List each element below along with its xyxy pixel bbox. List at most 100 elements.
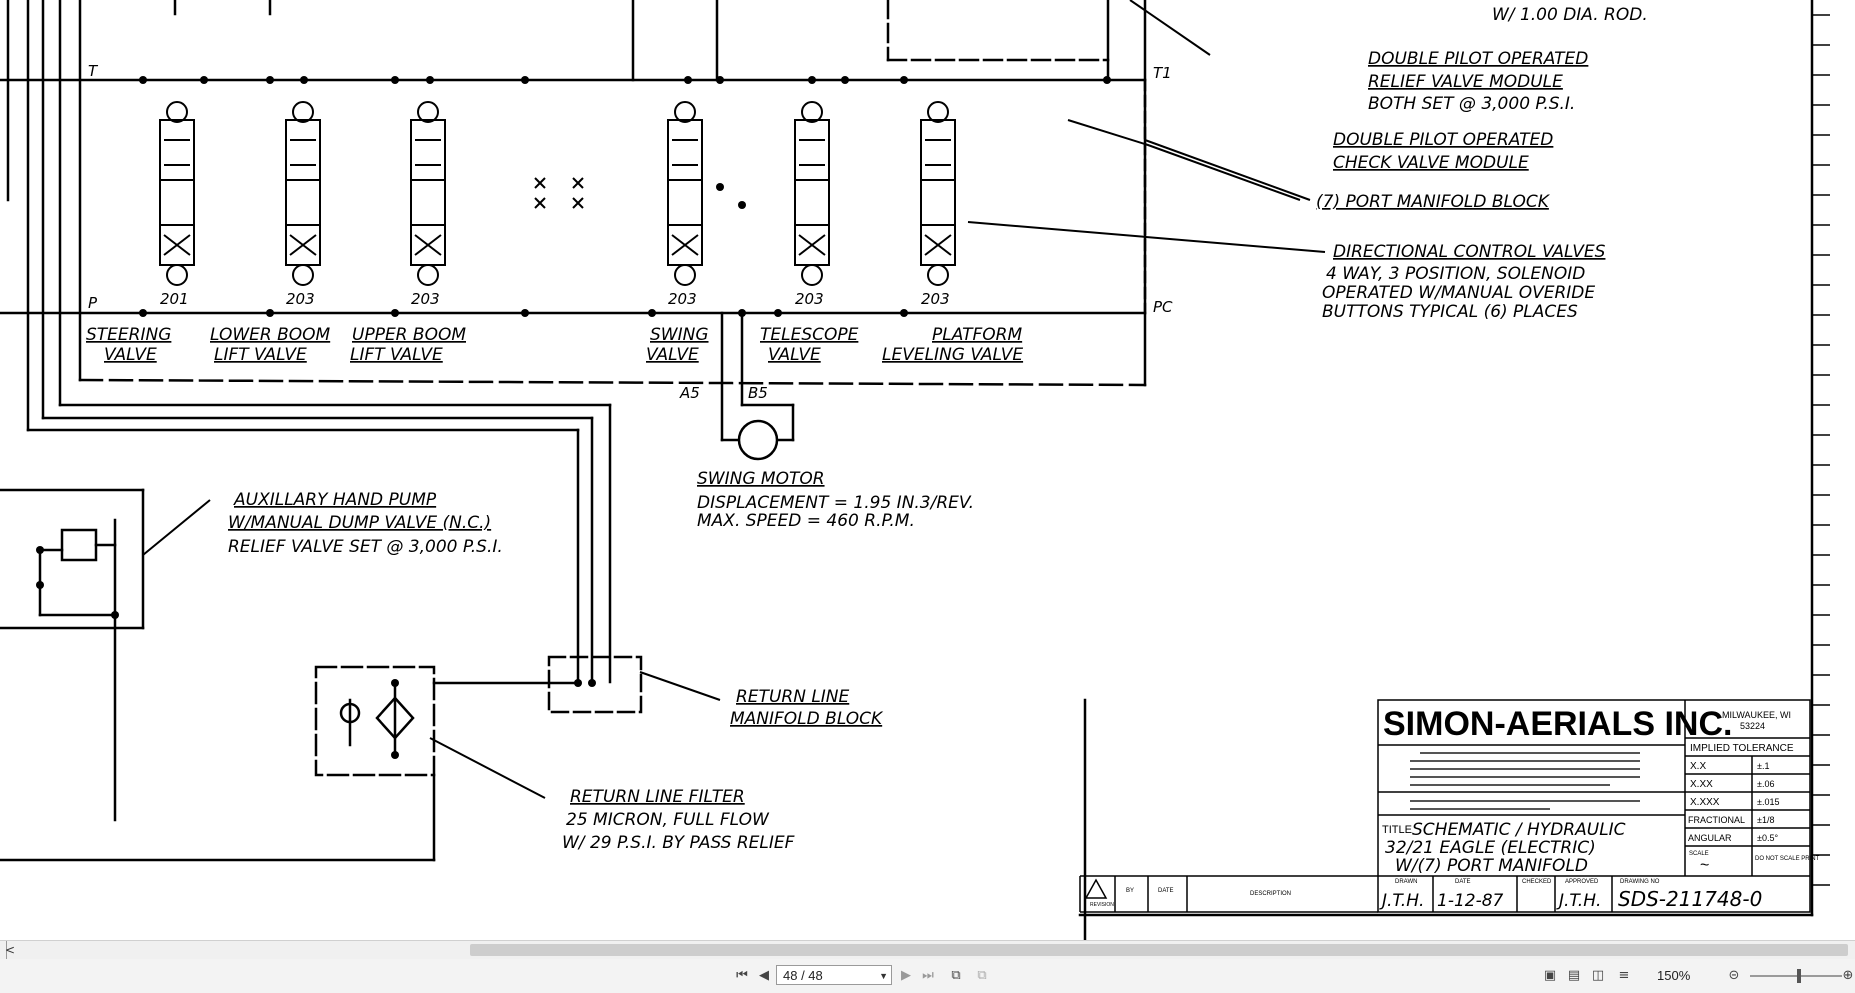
- horizontal-scrollbar[interactable]: <: [0, 940, 1855, 960]
- callout-line: MAX. SPEED = 460 R.P.M.: [697, 511, 915, 531]
- tolerance-value: ±0.5°: [1757, 833, 1778, 843]
- valve-name: LIFT VALVE: [214, 345, 307, 365]
- callout-line: DOUBLE PILOT OPERATED: [1333, 130, 1553, 150]
- tolerance-label: X.X: [1690, 761, 1706, 772]
- tolerance-value: ±.06: [1757, 779, 1774, 789]
- description-label: DESCRIPTION: [1250, 891, 1291, 897]
- callout-line: RETURN LINE FILTER: [570, 787, 745, 807]
- scroll-left-button[interactable]: <: [2, 941, 18, 959]
- zoom-level[interactable]: 150%: [1657, 966, 1690, 986]
- rod-note: W/ 1.00 DIA. ROD.: [1492, 5, 1648, 25]
- drawing-title: W/(7) PORT MANIFOLD: [1395, 856, 1588, 876]
- callout-line: DISPLACEMENT = 1.95 IN.3/REV.: [697, 493, 974, 513]
- continuous-view-icon[interactable]: ▤: [1564, 966, 1584, 986]
- company-logo-text: SIMON-AERIALS INC.: [1383, 705, 1732, 743]
- drawing-number: SDS-211748-0: [1618, 887, 1762, 911]
- valve-number: 201: [160, 290, 189, 308]
- next-view-icon[interactable]: ⧉: [972, 966, 992, 986]
- port-pc-label: PC: [1153, 298, 1173, 316]
- drawing-date: 1-12-87: [1437, 891, 1504, 911]
- tolerance-header: IMPLIED TOLERANCE: [1690, 743, 1794, 754]
- revision-label: REVISION: [1090, 902, 1114, 908]
- last-page-icon[interactable]: ⏭: [918, 966, 938, 986]
- two-page-view-icon[interactable]: ◫: [1588, 966, 1608, 986]
- valve-number: 203: [286, 290, 315, 308]
- tolerance-label: FRACTIONAL: [1688, 815, 1745, 825]
- valve-name: STEERING: [86, 325, 171, 345]
- zoom-in-icon[interactable]: ⊕: [1838, 966, 1855, 986]
- next-page-icon[interactable]: ▶: [896, 966, 916, 986]
- callout-line: 4 WAY, 3 POSITION, SOLENOID: [1326, 264, 1585, 284]
- port-b5-label: B5: [748, 384, 768, 402]
- tolerance-label: X.XX: [1690, 779, 1713, 790]
- previous-page-icon[interactable]: ◀: [754, 966, 774, 986]
- first-page-icon[interactable]: ⏮: [732, 966, 752, 986]
- valve-name: TELESCOPE: [760, 325, 859, 345]
- callout-line: DOUBLE PILOT OPERATED: [1368, 49, 1588, 69]
- callout-line: BUTTONS TYPICAL (6) PLACES: [1322, 302, 1578, 322]
- port-a5-label: A5: [679, 384, 700, 402]
- callout-line: OPERATED W/MANUAL OVERIDE: [1322, 283, 1595, 303]
- callout-line: DIRECTIONAL CONTROL VALVES: [1333, 242, 1606, 262]
- valve-number: 203: [411, 290, 440, 308]
- valve-name: VALVE: [104, 345, 157, 365]
- callout-line: CHECK VALVE MODULE: [1333, 153, 1529, 173]
- valve-name: LEVELING VALVE: [882, 345, 1023, 365]
- scrollbar-thumb[interactable]: [470, 944, 1848, 956]
- page-indicator: 48 / 48: [783, 968, 823, 983]
- approved-label: APPROVED: [1565, 879, 1599, 885]
- callout-line: 25 MICRON, FULL FLOW: [566, 810, 770, 830]
- valve-name: SWING: [650, 325, 709, 345]
- date-label: DATE: [1455, 879, 1471, 885]
- hydraulic-schematic-drawing: T P T1 PC A5 B5 201 203 203 203 203 203 …: [0, 0, 1830, 940]
- no-scale-note: DO NOT SCALE PRINT: [1755, 856, 1820, 862]
- valve-number: 203: [921, 290, 950, 308]
- callout-line: MANIFOLD BLOCK: [730, 709, 884, 729]
- callout-line: W/MANUAL DUMP VALVE (N.C.): [228, 513, 491, 533]
- valve-number: 203: [795, 290, 824, 308]
- zoom-slider[interactable]: [1750, 975, 1842, 977]
- by-label: BY: [1126, 888, 1134, 894]
- title-block: SIMON-AERIALS INC. MILWAUKEE, WI 53224 I…: [1079, 699, 1820, 913]
- single-page-view-icon[interactable]: ▣: [1540, 966, 1560, 986]
- company-city: MILWAUKEE, WI: [1722, 710, 1791, 720]
- valve-name: UPPER BOOM: [352, 325, 466, 345]
- zoom-slider-thumb[interactable]: [1797, 969, 1801, 983]
- checked-label: CHECKED: [1522, 879, 1552, 885]
- valve-name: PLATFORM: [932, 325, 1022, 345]
- tolerance-label: X.XXX: [1690, 797, 1720, 808]
- drawing-title: 32/21 EAGLE (ELECTRIC): [1385, 838, 1596, 858]
- callout-line: AUXILLARY HAND PUMP: [233, 490, 437, 510]
- page-number-input[interactable]: 48 / 48 ▼: [776, 965, 892, 985]
- rev-date-label: DATE: [1158, 888, 1174, 894]
- approved-by: J.T.H.: [1556, 891, 1601, 911]
- valve-name: VALVE: [646, 345, 699, 365]
- scale-value: ~: [1700, 857, 1709, 874]
- previous-view-icon[interactable]: ⧉: [946, 966, 966, 986]
- callout-line: SWING MOTOR: [697, 469, 825, 489]
- zoom-out-icon[interactable]: ⊝: [1724, 966, 1744, 986]
- tolerance-label: ANGULAR: [1688, 833, 1732, 843]
- document-viewport[interactable]: T P T1 PC A5 B5 201 203 203 203 203 203 …: [0, 0, 1855, 940]
- tolerance-value: ±.1: [1757, 761, 1769, 771]
- drawn-by: J.T.H.: [1379, 891, 1424, 911]
- callout-line: RETURN LINE: [736, 687, 850, 707]
- drawing-title: SCHEMATIC / HYDRAULIC: [1412, 820, 1626, 840]
- tolerance-value: ±.015: [1757, 797, 1779, 807]
- port-p-label: P: [88, 294, 98, 312]
- company-zip: 53224: [1740, 721, 1765, 731]
- viewer-toolbar: ⏮ ◀ 48 / 48 ▼ ▶ ⏭ ⧉ ⧉ ▣ ▤ ◫ ≡ 150% ⊝ ⊕: [0, 959, 1855, 993]
- callout-line: RELIEF VALVE MODULE: [1368, 72, 1563, 92]
- drawing-no-label: DRAWING NO: [1620, 879, 1660, 885]
- valve-name: VALVE: [768, 345, 821, 365]
- chevron-down-icon[interactable]: ▼: [879, 966, 888, 986]
- valve-name: LOWER BOOM: [210, 325, 331, 345]
- reflow-view-icon[interactable]: ≡: [1614, 966, 1634, 986]
- callout-line: W/ 29 P.S.I. BY PASS RELIEF: [562, 833, 795, 853]
- tolerance-value: ±1/8: [1757, 815, 1774, 825]
- title-label: TITLE: [1382, 824, 1412, 836]
- callout-line: RELIEF VALVE SET @ 3,000 P.S.I.: [228, 537, 503, 557]
- port-t-label: T: [88, 62, 99, 80]
- valve-name: LIFT VALVE: [350, 345, 443, 365]
- callout-line: BOTH SET @ 3,000 P.S.I.: [1368, 94, 1575, 114]
